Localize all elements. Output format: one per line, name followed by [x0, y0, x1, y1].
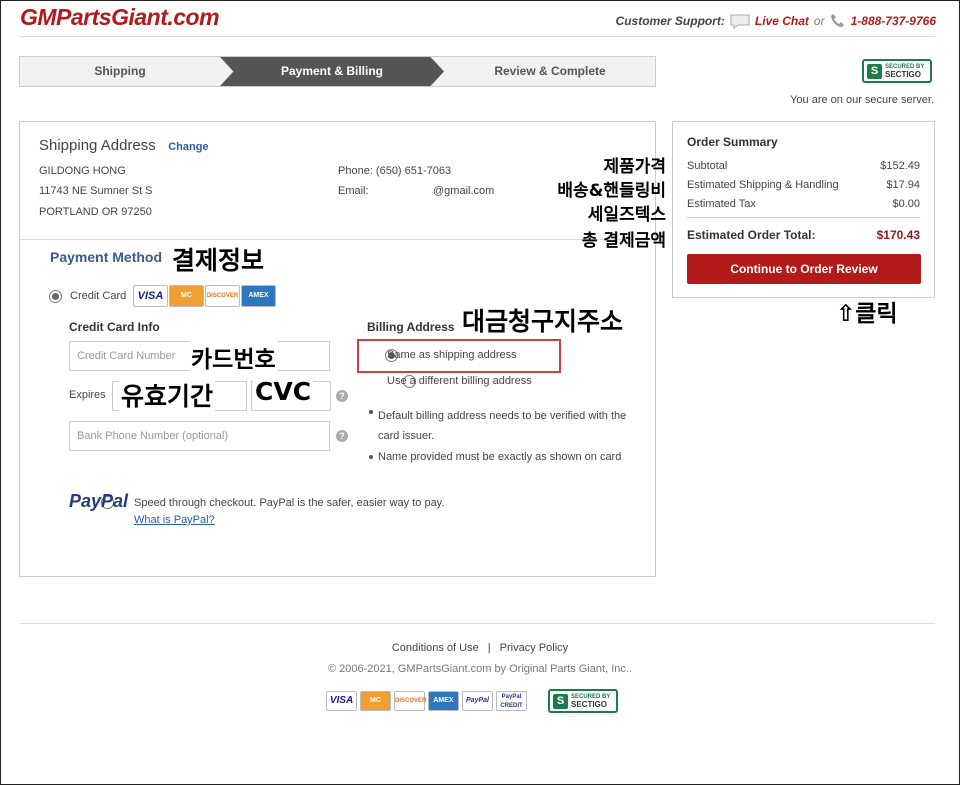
ship-city: PORTLAND OR 97250: [39, 206, 152, 218]
header-divider: [20, 36, 935, 37]
step-payment-billing: Payment & Billing: [220, 57, 444, 86]
shipping-header: Shipping Address Change: [39, 137, 209, 155]
different-address-label[interactable]: Use a different billing address: [387, 375, 532, 387]
annotation-card-number: 카드번호: [189, 340, 278, 374]
ship-phone: Phone: (650) 651-7063: [338, 165, 452, 177]
ship-email-value: @gmail.com: [433, 185, 495, 197]
continue-to-review-button[interactable]: Continue to Order Review: [687, 254, 921, 284]
customer-support: Customer Support: Live Chat or 1-888-737…: [616, 13, 936, 29]
bank-phone-input[interactable]: Bank Phone Number (optional): [69, 421, 330, 451]
step-shipping[interactable]: Shipping: [20, 57, 220, 86]
footer-discover-logo: DISCOVER: [394, 691, 426, 711]
annotation-click: ⇧클릭: [836, 301, 898, 327]
copyright: © 2006-2021, GMPartsGiant.com by Origina…: [327, 663, 632, 675]
annotation-payment-info: 결제정보: [172, 246, 265, 275]
billing-title: Billing Address: [367, 320, 455, 334]
shipping-title: Shipping Address: [39, 137, 156, 154]
summary-divider: [687, 217, 920, 218]
sectigo-s-icon: S: [867, 63, 882, 79]
secure-server-note: You are on our secure server.: [790, 94, 934, 106]
footer-visa-logo: VISA: [326, 691, 357, 711]
cvv-help-icon[interactable]: ?: [336, 390, 348, 402]
phone-icon: [830, 14, 844, 27]
chat-bubble-icon[interactable]: [730, 14, 750, 29]
ship-name: GILDONG HONG: [39, 165, 126, 177]
total-value: $170.43: [876, 228, 920, 242]
bullet-dot-2: [369, 455, 373, 459]
site-logo[interactable]: GMPartsGiant.com: [20, 4, 220, 31]
footer-sectigo-s-icon: S: [553, 693, 568, 709]
annotation-billing: 대금청구지주소: [462, 307, 624, 336]
summary-total: Estimated Order Total: $170.43: [687, 228, 920, 242]
footer-sectigo-brand: SECTIGO: [571, 700, 608, 709]
live-chat-link[interactable]: Live Chat: [755, 14, 809, 28]
footer-paypal-logo: PayPal: [462, 691, 493, 711]
annotation-price: 제품가격: [603, 157, 666, 177]
billing-note-1: Default billing address needs to be veri…: [378, 410, 627, 442]
bank-phone-help-icon[interactable]: ?: [336, 430, 348, 442]
annotation-cvc: CVC: [253, 377, 314, 406]
annotation-expiry: 유효기간: [119, 377, 216, 413]
paypal-logo: PayPal: [69, 491, 129, 511]
card-logos: VISA MC DISCOVER AMEX: [133, 285, 276, 307]
credit-card-label[interactable]: Credit Card: [70, 290, 126, 302]
footer-divider: [20, 623, 935, 624]
paypal-description: Speed through checkout. PayPal is the sa…: [134, 497, 445, 509]
support-label: Customer Support:: [615, 14, 725, 28]
total-label: Estimated Order Total:: [687, 228, 816, 242]
annotation-tax: 세일즈텍스: [587, 205, 666, 225]
cc-info-title: Credit Card Info: [69, 320, 160, 334]
support-phone[interactable]: 1-888-737-9766: [851, 14, 936, 28]
payment-method-title: Payment Method: [50, 249, 163, 265]
or-text: or: [813, 14, 825, 28]
summary-label: Estimated Tax: [687, 198, 756, 210]
expires-label: Expires: [69, 389, 106, 401]
checkout-steps: Shipping Payment & Billing Review & Comp…: [19, 56, 656, 87]
summary-label: Estimated Shipping & Handling: [687, 179, 839, 191]
footer-amex-logo: AMEX: [428, 691, 459, 711]
visa-logo: VISA: [133, 285, 168, 307]
footer-mastercard-logo: MC: [360, 691, 391, 711]
amex-logo: AMEX: [241, 285, 276, 307]
footer-links: Conditions of Use | Privacy Policy: [0, 642, 960, 654]
annotation-shipping: 배송&핸들링비: [557, 181, 666, 201]
summary-row-shipping: Estimated Shipping & Handling $17.94: [687, 179, 920, 191]
bullet-dot-1: [369, 410, 373, 414]
footer-separator: |: [487, 642, 491, 654]
summary-value: $17.94: [886, 179, 920, 191]
section-divider: [20, 239, 655, 240]
billing-note-2: Name provided must be exactly as shown o…: [378, 451, 622, 463]
what-is-paypal-link[interactable]: What is PayPal?: [134, 514, 215, 526]
footer-paypal-credit-logo: PayPal CREDIT: [496, 691, 527, 711]
sectigo-badge[interactable]: S SECURED BY SECTIGO: [862, 59, 932, 83]
ship-email-label: Email:: [338, 185, 369, 197]
summary-label: Subtotal: [687, 160, 728, 172]
summary-title: Order Summary: [687, 135, 778, 149]
sectigo-brand: SECTIGO: [885, 70, 922, 79]
same-address-label[interactable]: Same as shipping address: [387, 349, 517, 361]
mastercard-logo: MC: [169, 285, 204, 307]
ship-street: 11743 NE Sumner St S: [39, 185, 153, 197]
order-summary: Order Summary Subtotal $152.49 Estimated …: [672, 121, 935, 298]
credit-card-radio[interactable]: [49, 290, 62, 303]
summary-value: $152.49: [880, 160, 920, 172]
conditions-link[interactable]: Conditions of Use: [392, 642, 479, 654]
footer-payment-logos: VISA MC DISCOVER AMEX PayPal PayPal CRED…: [326, 689, 618, 713]
summary-row-subtotal: Subtotal $152.49: [687, 160, 920, 172]
annotation-total: 총 결제금액: [581, 231, 666, 251]
summary-value: $0.00: [892, 198, 920, 210]
change-link[interactable]: Change: [168, 141, 208, 153]
step-review-complete: Review & Complete: [494, 64, 606, 78]
summary-row-tax: Estimated Tax $0.00: [687, 198, 920, 210]
discover-logo: DISCOVER: [205, 285, 240, 307]
privacy-link[interactable]: Privacy Policy: [500, 642, 568, 654]
footer-sectigo-badge[interactable]: S SECURED BY SECTIGO: [548, 689, 618, 713]
